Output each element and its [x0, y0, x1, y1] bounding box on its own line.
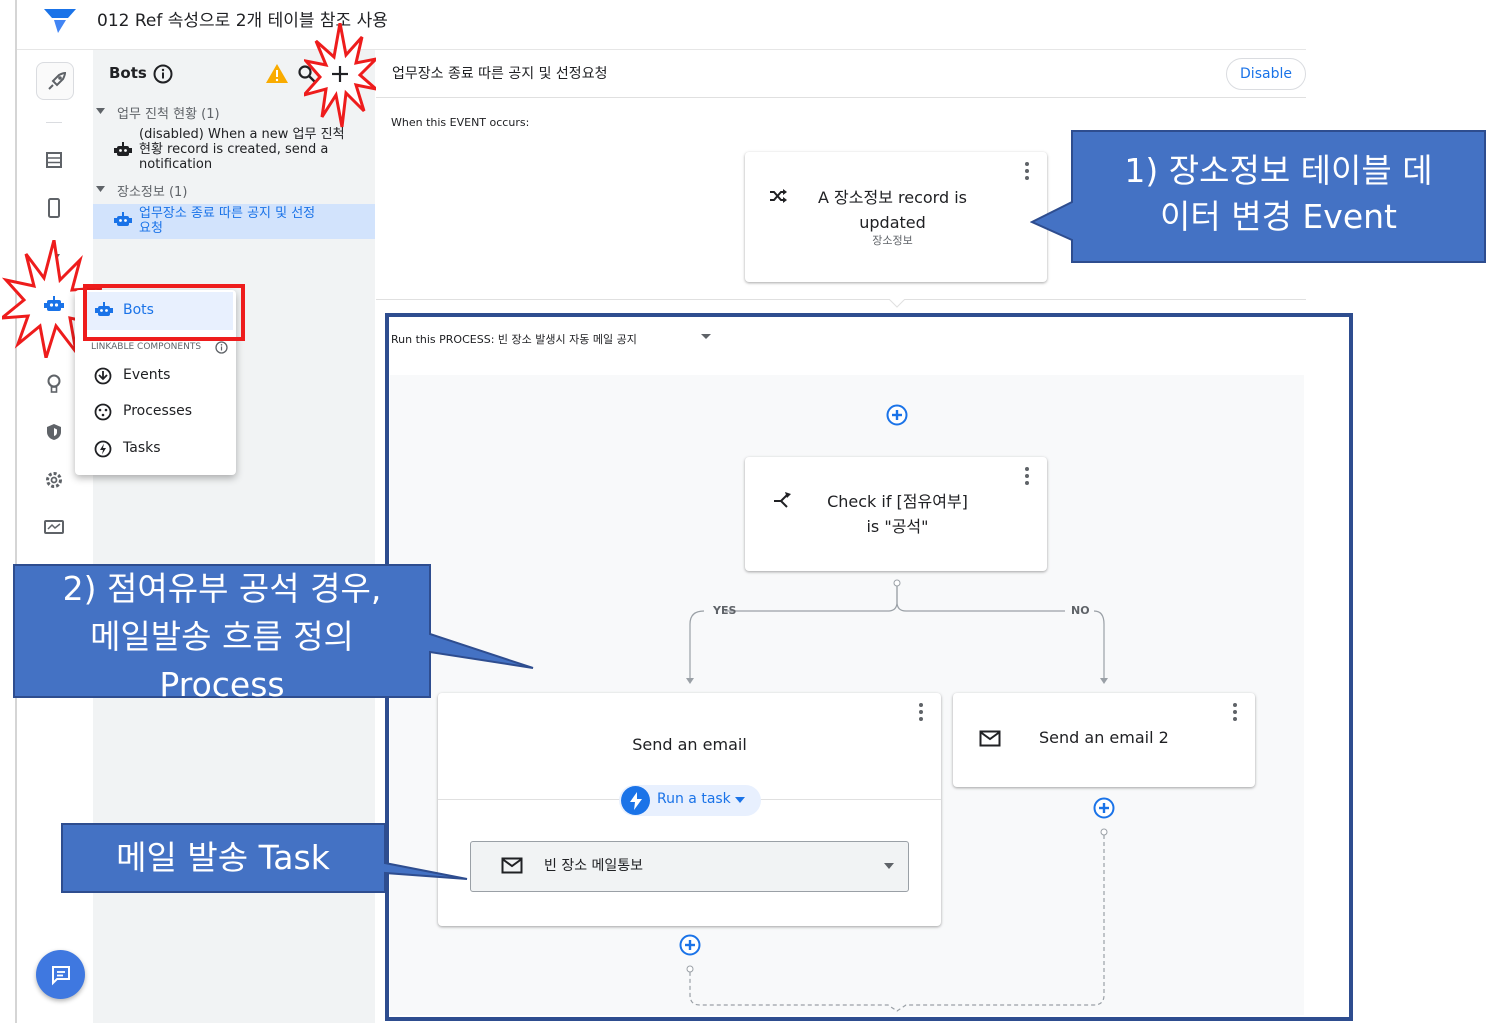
- table-icon[interactable]: [45, 151, 63, 169]
- menu-item-events[interactable]: Events: [123, 367, 170, 383]
- callout-task-text: 메일 발송 Task: [62, 833, 384, 883]
- callout-line: 메일 발송 Task: [116, 838, 330, 877]
- robot-icon: [114, 142, 132, 156]
- caret-down-icon[interactable]: [96, 108, 105, 114]
- appsheet-logo-icon[interactable]: [42, 6, 78, 34]
- callout-line: 이터 변경 Event: [1160, 197, 1397, 236]
- lightbulb-icon[interactable]: [47, 374, 61, 394]
- header-divider: [376, 97, 1306, 98]
- warning-icon[interactable]: [265, 63, 289, 84]
- bot-list-item[interactable]: (disabled) When a new 업무 진척 현황 record is…: [139, 127, 369, 172]
- callout-process-text: 2) 점여유부 공석 경우, 메일발송 흐름 정의 Process: [14, 565, 430, 709]
- bot-item-line: 요청: [139, 221, 163, 236]
- tree-group-label[interactable]: 장소정보 (1): [117, 181, 187, 200]
- disable-button[interactable]: Disable: [1226, 58, 1306, 90]
- processes-icon: [94, 403, 112, 421]
- chat-button[interactable]: [36, 950, 85, 999]
- menu-section-label: LINKABLE COMPONENTS: [91, 342, 202, 352]
- callout-event-text: 1) 장소정보 테이블 데 이터 변경 Event: [1072, 148, 1485, 240]
- bot-item-line: (disabled) When a new 업무 진척: [139, 127, 345, 142]
- add-icon[interactable]: [330, 64, 350, 84]
- divider-notch: [889, 299, 905, 308]
- events-icon: [94, 367, 112, 385]
- rocket-icon[interactable]: [36, 62, 74, 100]
- event-description: A 장소정보 record is: [818, 188, 967, 207]
- shield-icon[interactable]: [46, 423, 62, 441]
- info-icon[interactable]: [215, 341, 228, 354]
- gear-icon[interactable]: [45, 471, 63, 489]
- highlight-box: [83, 284, 245, 341]
- rail-divider: [46, 122, 62, 123]
- chat-icon: [51, 965, 70, 985]
- caret-down-icon[interactable]: [96, 186, 105, 192]
- phone-icon[interactable]: [47, 198, 61, 218]
- menu-item-processes[interactable]: Processes: [123, 403, 192, 419]
- callout-line: 1) 장소정보 테이블 데: [1124, 151, 1433, 190]
- robot-icon[interactable]: [44, 296, 64, 314]
- callout-line: 2) 점여유부 공석 경우,: [62, 569, 382, 608]
- bot-item-line: 업무장소 종료 따른 공지 및 선정: [139, 206, 316, 221]
- event-section-label: When this EVENT occurs:: [391, 116, 530, 129]
- info-icon[interactable]: [153, 64, 173, 84]
- callout-line: Process: [159, 665, 285, 704]
- event-description: updated: [859, 213, 926, 232]
- bot-item-line: 현황 record is created, send a: [139, 142, 329, 157]
- event-card-text: A 장소정보 record is updated 장소정보: [790, 185, 995, 247]
- tasks-icon: [94, 440, 112, 458]
- menu-item-tasks[interactable]: Tasks: [123, 440, 161, 456]
- event-table-name: 장소정보: [872, 234, 913, 247]
- bot-list-item[interactable]: 업무장소 종료 따른 공지 및 선정 요청: [139, 206, 369, 236]
- section-divider: [376, 299, 1306, 300]
- shuffle-icon: [770, 189, 787, 203]
- monitor-icon[interactable]: [44, 519, 64, 537]
- bot-item-line: notification: [139, 157, 213, 172]
- callout-line: 메일발송 흐름 정의: [90, 617, 354, 656]
- bot-name-title[interactable]: 업무장소 종료 따른 공지 및 선정요청: [392, 63, 607, 83]
- bots-panel-title: Bots: [109, 64, 147, 82]
- robot-icon: [114, 212, 132, 226]
- tree-group-label[interactable]: 업무 진척 현황 (1): [117, 103, 220, 122]
